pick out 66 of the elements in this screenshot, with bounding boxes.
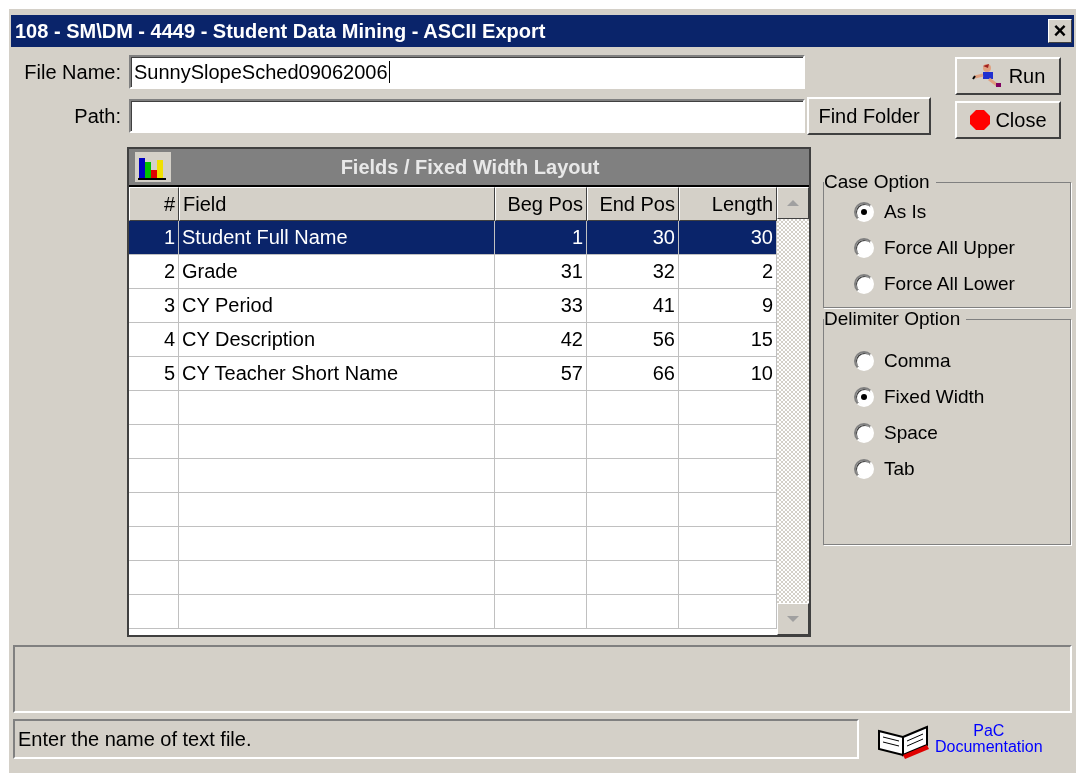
stop-sign-icon [969,109,992,131]
radio-label: As Is [884,201,927,223]
radio-button[interactable] [854,238,874,258]
empty-cell [129,425,179,459]
column-header[interactable]: Field [179,187,495,221]
scroll-up-icon[interactable] [777,187,809,219]
window-title: 108 - SM\DM - 4449 - Student Data Mining - ASCII Export [15,19,546,43]
table-cell: 57 [495,357,587,391]
documentation-link[interactable]: PaC Documentation [935,723,1043,755]
path-field[interactable] [129,99,805,133]
file-name-field[interactable]: SunnySlopeSched09062006 [129,55,805,89]
empty-cell [129,561,179,595]
table-cell: 66 [587,357,679,391]
table-cell: 42 [495,323,587,357]
table-cell: 33 [495,289,587,323]
table-cell: CY Teacher Short Name [179,357,495,391]
radio-label: Space [884,422,938,444]
column-header[interactable]: # [129,187,179,221]
table-cell: 32 [587,255,679,289]
find-folder-button[interactable]: Find Folder [807,97,931,135]
radio-button[interactable] [854,459,874,479]
column-header[interactable]: Length [679,187,777,221]
radio-button[interactable] [854,274,874,294]
empty-cell [129,391,179,425]
empty-cell [129,459,179,493]
table-title: Fields / Fixed Width Layout [339,155,601,179]
table-cell: 4 [129,323,179,357]
column-header[interactable]: Beg Pos [495,187,587,221]
table-cell: 56 [587,323,679,357]
group-title: Delimiter Option [824,308,962,330]
status-message: Enter the name of text file. [13,719,859,759]
close-icon[interactable]: × [1048,19,1072,43]
empty-cell [129,527,179,561]
table-cell: Student Full Name [179,221,495,255]
empty-cell [129,595,179,629]
radio-label: Tab [884,458,915,480]
radio-button[interactable] [854,351,874,371]
table-cell: CY Period [179,289,495,323]
radio-button[interactable] [854,202,874,222]
table-cell: 2 [129,255,179,289]
table-cell: 1 [129,221,179,255]
scroll-down-icon[interactable] [777,603,809,635]
table-cell: 3 [129,289,179,323]
close-button[interactable]: Close [955,101,1061,139]
empty-cell [129,493,179,527]
table-cell: 30 [679,221,777,255]
bar-chart-icon [135,152,171,182]
table-cell: 1 [495,221,587,255]
table-cell: 41 [587,289,679,323]
radio-button[interactable] [854,387,874,407]
radio-label: Fixed Width [884,386,985,408]
table-cell: 31 [495,255,587,289]
table-cell: 5 [129,357,179,391]
radio-label: Force All Upper [884,237,1015,259]
group-title: Case Option [824,171,931,193]
radio-button[interactable] [854,423,874,443]
table-cell: CY Description [179,323,495,357]
radio-label: Force All Lower [884,273,1015,295]
field-label: Path: [73,104,122,128]
field-label: File Name: [23,60,122,84]
radio-label: Comma [884,350,951,372]
run-button[interactable]: Run [955,57,1061,95]
table-cell: Grade [179,255,495,289]
scrollbar[interactable] [777,187,809,635]
column-header[interactable]: End Pos [587,187,679,221]
table-cell: 30 [587,221,679,255]
